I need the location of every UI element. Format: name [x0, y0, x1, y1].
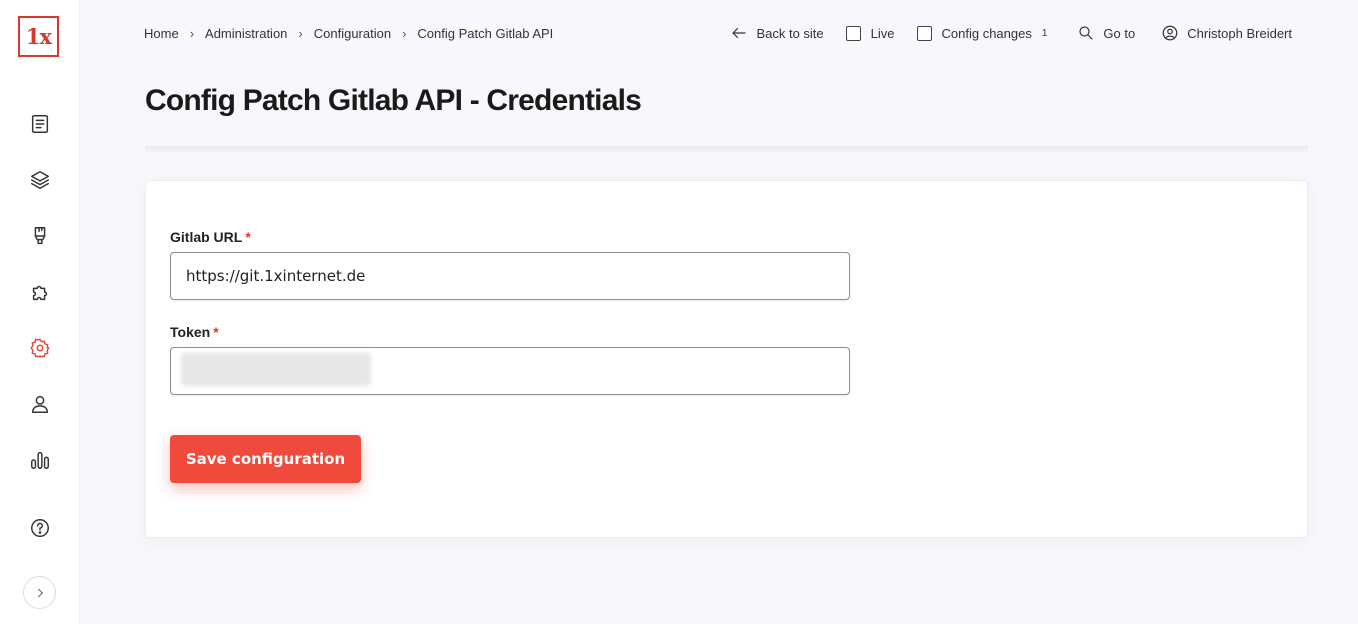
- breadcrumb: Home › Administration › Configuration › …: [144, 26, 553, 41]
- back-to-site-link[interactable]: Back to site: [730, 24, 824, 42]
- config-changes-checkbox[interactable]: [916, 25, 932, 41]
- required-marker: *: [245, 229, 251, 245]
- chevron-right-icon: [37, 588, 43, 597]
- live-label: Live: [870, 25, 895, 41]
- gitlab-url-input[interactable]: https://git.1xinternet.de: [170, 252, 850, 300]
- layers-icon[interactable]: [28, 168, 52, 192]
- user-circle-icon: [1162, 25, 1178, 41]
- back-to-site-label: Back to site: [756, 25, 824, 41]
- live-toggle[interactable]: Live: [845, 25, 895, 41]
- redacted-token-value: [181, 353, 371, 386]
- user-menu[interactable]: Christoph Breidert: [1161, 24, 1292, 42]
- gitlab-url-label-text: Gitlab URL: [170, 229, 243, 245]
- user-icon[interactable]: [28, 392, 52, 416]
- goto-button[interactable]: Go to: [1077, 24, 1135, 42]
- gear-icon[interactable]: [28, 336, 52, 360]
- extend-icon[interactable]: [28, 280, 52, 304]
- page-title: Config Patch Gitlab API - Credentials: [145, 84, 642, 117]
- breadcrumb-administration[interactable]: Administration: [205, 26, 287, 41]
- config-changes-toggle[interactable]: Config changes 1: [916, 25, 1048, 41]
- help-icon[interactable]: [28, 516, 52, 540]
- user-name: Christoph Breidert: [1187, 25, 1292, 41]
- collapse-sidebar-button[interactable]: [23, 576, 56, 609]
- token-label-text: Token: [170, 324, 211, 340]
- breadcrumb-home[interactable]: Home: [144, 26, 179, 41]
- header-divider: [145, 146, 1308, 154]
- appearance-icon[interactable]: [28, 224, 52, 248]
- token-label: Token *: [170, 324, 219, 340]
- breadcrumb-current: Config Patch Gitlab API: [417, 26, 554, 41]
- goto-label: Go to: [1103, 25, 1136, 41]
- top-toolbar: Back to site Live Config changes 1 Go to…: [708, 24, 1292, 42]
- sidebar: 1x: [0, 0, 80, 624]
- search-icon: [1079, 26, 1094, 40]
- content-icon[interactable]: [28, 112, 52, 136]
- required-marker: *: [213, 324, 219, 340]
- config-changes-count: 1: [1041, 27, 1048, 39]
- breadcrumb-configuration[interactable]: Configuration: [314, 26, 391, 41]
- save-configuration-button[interactable]: Save configuration: [170, 435, 361, 483]
- live-checkbox[interactable]: [845, 25, 861, 41]
- token-input[interactable]: [170, 347, 850, 395]
- logo[interactable]: 1x: [18, 16, 59, 57]
- breadcrumb-separator: ›: [189, 26, 195, 41]
- page-header: [80, 0, 1358, 148]
- reports-icon[interactable]: [28, 448, 52, 472]
- arrow-left-icon: [732, 27, 747, 39]
- config-changes-label: Config changes: [941, 25, 1032, 41]
- gitlab-url-label: Gitlab URL *: [170, 229, 251, 245]
- breadcrumb-separator: ›: [402, 26, 407, 41]
- config-form-card: Gitlab URL * https://git.1xinternet.de To…: [145, 180, 1308, 538]
- breadcrumb-separator: ›: [298, 26, 303, 41]
